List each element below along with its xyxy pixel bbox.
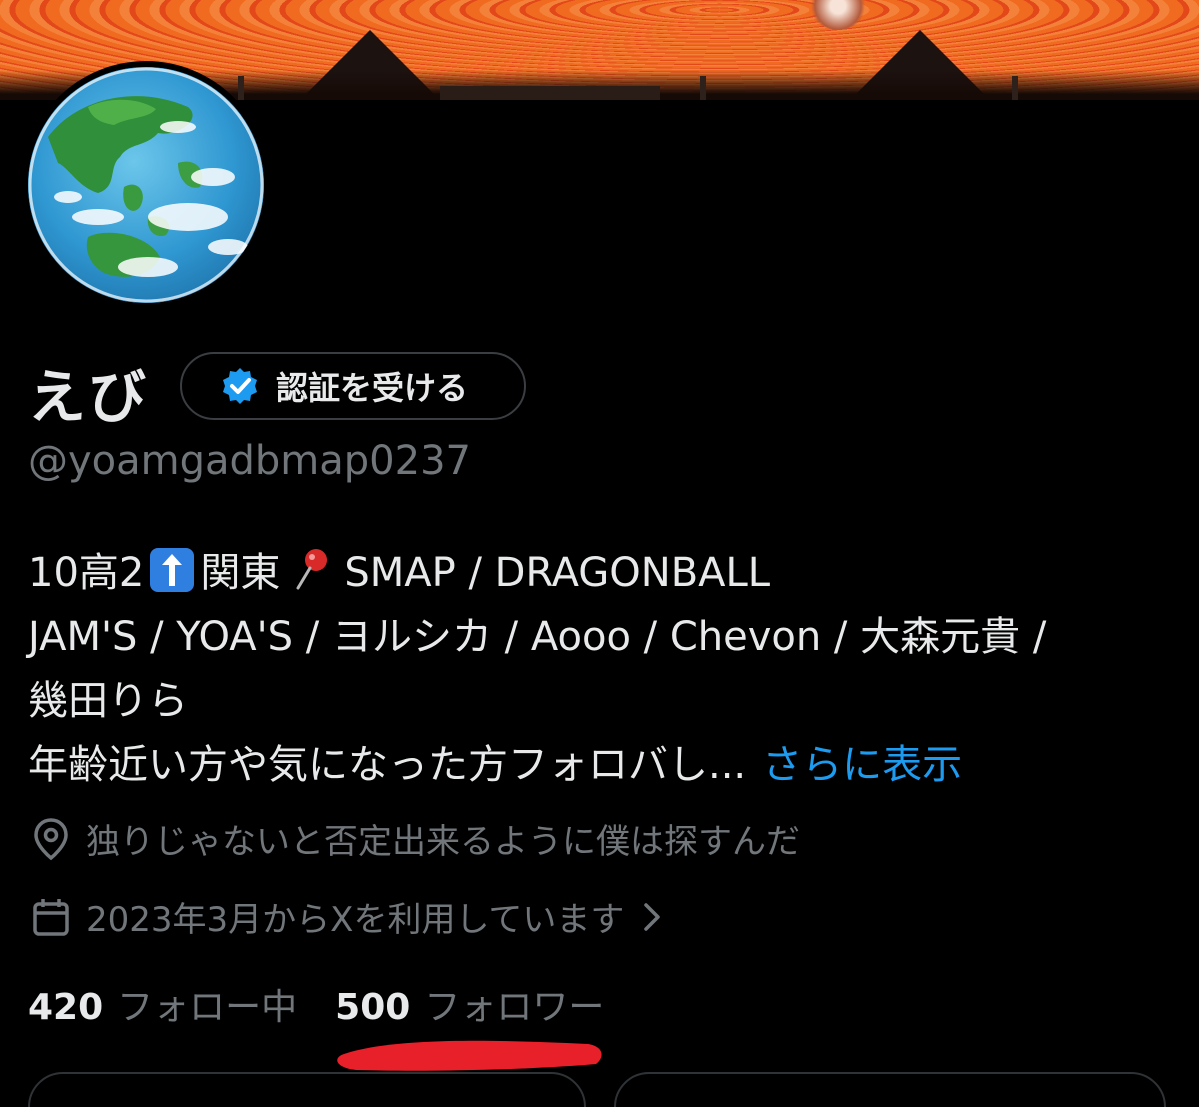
- banner-light-post: [1012, 76, 1018, 100]
- profile-location: 独りじゃないと否定出来るように僕は探すんだ: [30, 814, 800, 863]
- get-verified-button[interactable]: 認証を受ける: [180, 352, 526, 420]
- banner-light-post: [238, 76, 244, 100]
- banner-light-post: [700, 76, 706, 100]
- bio-line: 幾田りら: [28, 678, 188, 724]
- bio-text: SMAP / DRAGONBALL: [344, 550, 771, 596]
- round-pushpin-emoji-icon: [290, 546, 334, 592]
- verified-badge-icon: [223, 368, 257, 404]
- banner-performer-figure: [808, 0, 868, 30]
- bio-text: 関東: [200, 550, 281, 596]
- bio-text: 10高2: [28, 550, 145, 596]
- profile-action-button[interactable]: [28, 1072, 586, 1107]
- bio-line: 年齢近い方や気になった方フォロバし... さらに表示: [28, 732, 962, 790]
- following-count-link[interactable]: 420 フォロー中: [28, 978, 297, 1030]
- profile-join-date[interactable]: 2023年3月からXを利用しています: [30, 892, 680, 941]
- location-pin-icon: [34, 817, 68, 860]
- bio-line: 10高2 関東 SMAP / DRAGONBALL: [28, 540, 770, 598]
- calendar-icon: [33, 898, 69, 936]
- following-label: フォロー中: [117, 987, 298, 1028]
- up-arrow-emoji-icon: [150, 548, 195, 592]
- location-text: 独りじゃないと否定出来るように僕は探すんだ: [86, 822, 800, 862]
- show-more-link[interactable]: さらに表示: [762, 742, 962, 788]
- avatar[interactable]: [28, 67, 264, 303]
- join-date-text: 2023年3月からXを利用しています: [86, 900, 625, 940]
- profile-page: えび 認証を受ける @yoamgadbmap0237 10高2 関東 SMAP / …: [0, 0, 1199, 1107]
- following-count: 420: [28, 987, 104, 1028]
- get-verified-label: 認証を受ける: [276, 369, 469, 407]
- profile-handle: @yoamgadbmap0237: [28, 438, 471, 484]
- earth-globe-image: [28, 67, 264, 303]
- banner-stage-structure: [440, 86, 660, 100]
- bio-text: 年齢近い方や気になった方フォロバし...: [28, 742, 747, 788]
- chevron-right-icon: [644, 902, 661, 931]
- profile-display-name: えび: [28, 363, 149, 431]
- bio-line: JAM'S / YOA'S / ヨルシカ / Aooo / Chevon / 大…: [28, 614, 1047, 660]
- profile-action-button[interactable]: [614, 1072, 1166, 1107]
